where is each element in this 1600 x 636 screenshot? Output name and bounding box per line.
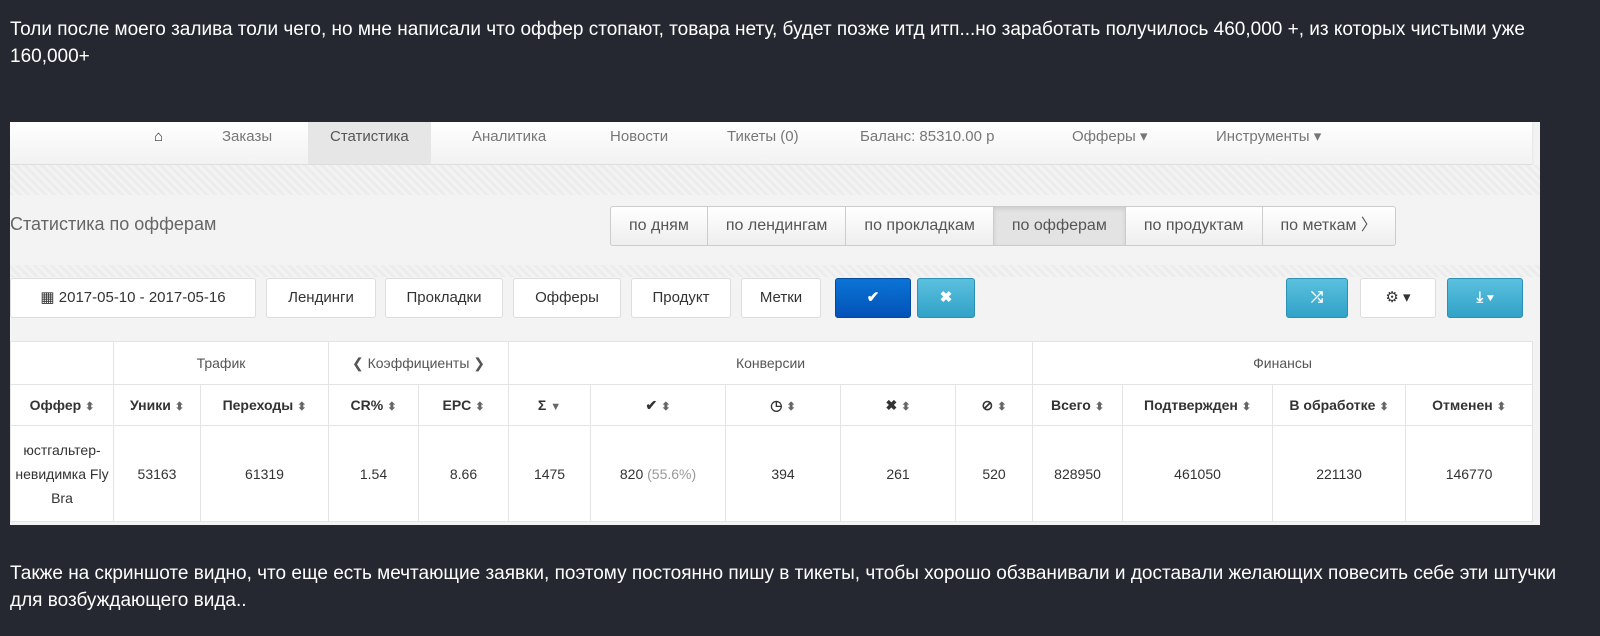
sort-icon[interactable]: ⬍: [1379, 401, 1388, 413]
group-header-conversions: Конверсии: [508, 341, 1034, 385]
filter-landings-button[interactable]: Лендинги: [266, 278, 376, 318]
nav-analytics[interactable]: Аналитика: [472, 122, 546, 164]
sort-icon[interactable]: ⬍: [661, 401, 670, 413]
cell-trash: 520: [955, 425, 1034, 522]
cell-clicks: 61319: [200, 425, 329, 522]
group-header-finance: Финансы: [1032, 341, 1534, 385]
export-dropdown-button[interactable]: ⤓ ▾: [1447, 278, 1523, 318]
cell-epc: 8.66: [417, 425, 510, 522]
nav-offers-dropdown[interactable]: Офферы ▾: [1072, 122, 1148, 164]
sort-icon[interactable]: ⬍: [787, 401, 796, 413]
post-intro-text: Толи после моего залива толи чего, но мн…: [10, 19, 1525, 67]
post-outro-text: Также на скриншоте видно, что еще есть м…: [10, 563, 1557, 611]
cell-cr: 1.54: [328, 425, 419, 522]
column-header-1[interactable]: Уники ⬍: [113, 384, 201, 426]
nav-news[interactable]: Новости: [610, 122, 668, 164]
column-header-8[interactable]: ✖ ⬍: [840, 384, 957, 426]
filter-offers-button[interactable]: Офферы: [513, 278, 621, 318]
column-header-9[interactable]: ⊘ ⬍: [955, 384, 1034, 426]
column-header-3[interactable]: CR% ⬍: [328, 384, 419, 426]
nav-orders[interactable]: Заказы: [222, 122, 272, 164]
home-icon[interactable]: ⌂: [154, 122, 163, 164]
sort-icon[interactable]: ⬍: [475, 401, 484, 413]
filter-prelandings-button[interactable]: Прокладки: [385, 278, 503, 318]
column-header-5[interactable]: Σ ▼: [508, 384, 592, 426]
tab-by-tags[interactable]: по меткам 〉: [1263, 207, 1395, 245]
cell-fin-cancelled: 146770: [1405, 425, 1534, 522]
group-header-traffic: Трафик: [113, 341, 329, 385]
nav-tickets[interactable]: Тикеты (0): [727, 122, 799, 164]
cell-uniques: 53163: [113, 425, 201, 522]
cell-rejected: 261: [840, 425, 957, 522]
sort-icon[interactable]: ⬍: [1242, 401, 1251, 413]
pattern-band: [10, 165, 1540, 195]
column-header-10[interactable]: Всего ⬍: [1032, 384, 1124, 426]
sort-icon[interactable]: ⬍: [997, 401, 1006, 413]
tab-by-prelandings[interactable]: по прокладкам: [846, 207, 994, 245]
column-header-0[interactable]: Оффер ⬍: [10, 384, 114, 426]
nav-statistics[interactable]: Статистика: [308, 122, 431, 164]
reset-x-button[interactable]: ✖: [917, 278, 975, 318]
sort-icon[interactable]: ⬍: [1095, 401, 1104, 413]
column-header-6[interactable]: ✔ ⬍: [590, 384, 727, 426]
cell-pending: 394: [725, 425, 842, 522]
sort-icon[interactable]: ⬍: [901, 401, 910, 413]
apply-check-button[interactable]: ✔: [835, 278, 911, 318]
tab-by-offers[interactable]: по офферам: [993, 207, 1126, 245]
group-header-coefficients[interactable]: ❮ Коэффициенты ❯: [327, 341, 510, 385]
cell-offer[interactable]: юстгальтер-невидимка Fly Bra: [10, 425, 114, 522]
filter-tags-button[interactable]: Метки: [741, 278, 821, 318]
sort-icon[interactable]: ⬍: [175, 401, 184, 413]
column-header-12[interactable]: В обработке ⬍: [1272, 384, 1407, 426]
column-header-2[interactable]: Переходы ⬍: [200, 384, 329, 426]
nav-balance: Баланс: 85310.00 р: [860, 128, 995, 145]
cell-total: 1475: [508, 425, 592, 522]
date-range-picker[interactable]: ▦ 2017-05-10 - 2017-05-16: [10, 278, 256, 318]
offers-stats-table: Трафик ❮ Коэффициенты ❯ Конверсии Финанс…: [10, 341, 1534, 522]
sort-desc-icon[interactable]: ▼: [550, 401, 561, 413]
tab-by-days[interactable]: по дням: [611, 207, 708, 245]
sort-icon[interactable]: ⬍: [85, 401, 94, 413]
sort-icon[interactable]: ⬍: [1497, 401, 1506, 413]
table-row: юстгальтер-невидимка Fly Bra 53163 61319…: [10, 425, 1534, 522]
sort-icon[interactable]: ⬍: [387, 401, 396, 413]
page-title: Статистика по офферам: [10, 214, 217, 234]
cell-fin-total: 828950: [1032, 425, 1124, 522]
embedded-screenshot: ⌂ Заказы Статистика Аналитика Новости Ти…: [10, 122, 1540, 525]
tab-by-landings[interactable]: по лендингам: [708, 207, 847, 245]
sort-icon[interactable]: ⬍: [297, 401, 306, 413]
shuffle-button[interactable]: ⤮: [1286, 278, 1348, 318]
column-header-11[interactable]: Подтвержден ⬍: [1122, 384, 1274, 426]
column-header-7[interactable]: ◷ ⬍: [725, 384, 842, 426]
cell-fin-pending: 221130: [1272, 425, 1407, 522]
group-header-empty: [10, 341, 114, 385]
column-header-4[interactable]: EPC ⬍: [417, 384, 510, 426]
top-nav: ⌂ Заказы Статистика Аналитика Новости Ти…: [10, 122, 1532, 165]
calendar-icon: ▦: [40, 289, 59, 306]
tab-by-products[interactable]: по продуктам: [1126, 207, 1263, 245]
cell-fin-approved: 461050: [1122, 425, 1274, 522]
column-header-13[interactable]: Отменен ⬍: [1405, 384, 1534, 426]
cell-approved: 820 (55.6%): [590, 425, 727, 522]
nav-tools-dropdown[interactable]: Инструменты ▾: [1216, 122, 1321, 164]
stats-tabs: по дням по лендингам по прокладкам по оф…: [610, 206, 1396, 246]
filter-product-button[interactable]: Продукт: [631, 278, 731, 318]
settings-dropdown-button[interactable]: ⚙ ▾: [1360, 278, 1436, 318]
pattern-band: [10, 265, 1540, 277]
